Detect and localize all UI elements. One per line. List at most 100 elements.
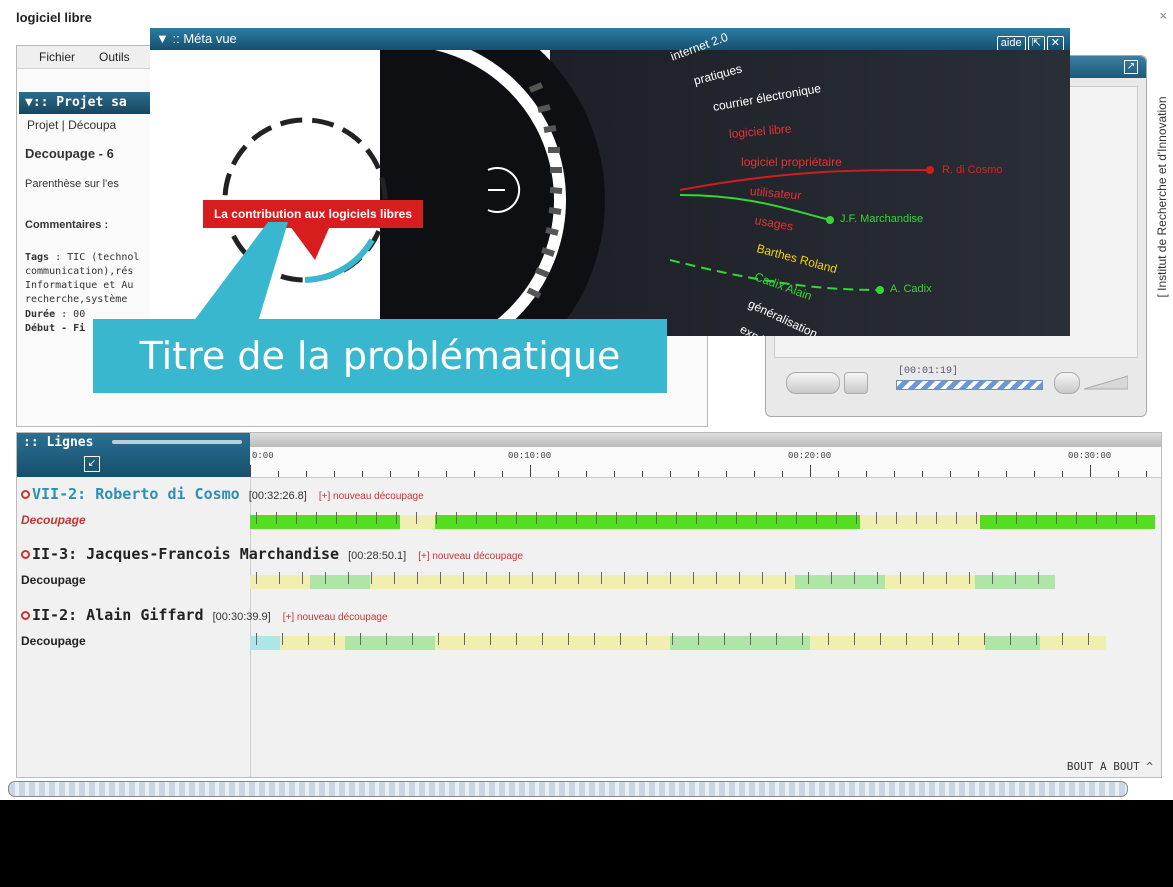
volume-icon[interactable] bbox=[1054, 372, 1080, 394]
segment-marker[interactable] bbox=[440, 572, 441, 584]
new-decoupage-link[interactable]: [+] nouveau découpage bbox=[418, 551, 523, 562]
expand-icon[interactable]: ⇱ bbox=[1027, 36, 1045, 51]
segment-marker[interactable] bbox=[308, 633, 309, 645]
bout-a-bout-button[interactable]: BOUT A BOUT ^ bbox=[1067, 760, 1153, 773]
segment-marker[interactable] bbox=[256, 572, 257, 584]
segment-marker[interactable] bbox=[836, 512, 837, 524]
new-decoupage-link[interactable]: [+] nouveau découpage bbox=[283, 612, 388, 623]
segment-marker[interactable] bbox=[416, 512, 417, 524]
segment-marker[interactable] bbox=[776, 512, 777, 524]
segment-marker[interactable] bbox=[756, 512, 757, 524]
segment-marker[interactable] bbox=[1136, 512, 1137, 524]
person-label-di-cosmo[interactable]: R. di Cosmo bbox=[942, 164, 1003, 176]
segment-marker[interactable] bbox=[316, 512, 317, 524]
segment-marker[interactable] bbox=[992, 572, 993, 584]
segment-marker[interactable] bbox=[647, 572, 648, 584]
segment-marker[interactable] bbox=[676, 512, 677, 524]
segment-marker[interactable] bbox=[716, 512, 717, 524]
segment-marker[interactable] bbox=[463, 572, 464, 584]
segment-marker[interactable] bbox=[464, 633, 465, 645]
segment-marker[interactable] bbox=[856, 512, 857, 524]
segment-marker[interactable] bbox=[956, 512, 957, 524]
segment-marker[interactable] bbox=[601, 572, 602, 584]
segment-marker[interactable] bbox=[1016, 512, 1017, 524]
segment-marker[interactable] bbox=[438, 633, 439, 645]
stop-button[interactable] bbox=[844, 372, 868, 394]
segment-marker[interactable] bbox=[854, 572, 855, 584]
segment-marker[interactable] bbox=[816, 512, 817, 524]
segment-marker[interactable] bbox=[279, 572, 280, 584]
segment-marker[interactable] bbox=[828, 633, 829, 645]
decoupage-label[interactable]: Decoupage bbox=[21, 634, 86, 648]
track-title[interactable]: II-3: Jacques-Francois Marchandise [00:2… bbox=[21, 545, 523, 563]
segment-marker[interactable] bbox=[396, 512, 397, 524]
segment-marker[interactable] bbox=[1010, 633, 1011, 645]
segment-marker[interactable] bbox=[436, 512, 437, 524]
segment-marker[interactable] bbox=[1088, 633, 1089, 645]
segment-marker[interactable] bbox=[394, 572, 395, 584]
segment-marker[interactable] bbox=[808, 572, 809, 584]
track-bar[interactable] bbox=[250, 512, 1155, 529]
segment-marker[interactable] bbox=[716, 572, 717, 584]
segment-marker[interactable] bbox=[1036, 633, 1037, 645]
segment-marker[interactable] bbox=[996, 512, 997, 524]
ruler-scrollbar[interactable] bbox=[250, 433, 1161, 447]
segment-marker[interactable] bbox=[542, 633, 543, 645]
segment-marker[interactable] bbox=[334, 633, 335, 645]
popout-icon[interactable]: ↗ bbox=[1124, 60, 1138, 74]
segment-marker[interactable] bbox=[578, 572, 579, 584]
segment-marker[interactable] bbox=[877, 572, 878, 584]
segment-marker[interactable] bbox=[256, 633, 257, 645]
segment-marker[interactable] bbox=[516, 633, 517, 645]
segment-marker[interactable] bbox=[1036, 512, 1037, 524]
segment-marker[interactable] bbox=[936, 512, 937, 524]
segment-marker[interactable] bbox=[762, 572, 763, 584]
volume-slider[interactable] bbox=[1084, 374, 1128, 390]
segment-marker[interactable] bbox=[594, 633, 595, 645]
segment-marker[interactable] bbox=[923, 572, 924, 584]
segment-marker[interactable] bbox=[456, 512, 457, 524]
segment-marker[interactable] bbox=[946, 572, 947, 584]
segment-marker[interactable] bbox=[302, 572, 303, 584]
segment-marker[interactable] bbox=[536, 512, 537, 524]
new-decoupage-link[interactable]: [+] nouveau découpage bbox=[319, 491, 424, 502]
segment-marker[interactable] bbox=[958, 633, 959, 645]
segment-marker[interactable] bbox=[932, 633, 933, 645]
segment-marker[interactable] bbox=[476, 512, 477, 524]
decoupage-label[interactable]: Decoupage bbox=[21, 513, 86, 527]
segment-marker[interactable] bbox=[386, 633, 387, 645]
segment-marker[interactable] bbox=[486, 572, 487, 584]
decoupage-label[interactable]: Decoupage bbox=[21, 573, 86, 587]
segment-marker[interactable] bbox=[693, 572, 694, 584]
segment-marker[interactable] bbox=[880, 633, 881, 645]
menu-outils[interactable]: Outils bbox=[99, 50, 130, 64]
segment-marker[interactable] bbox=[1056, 512, 1057, 524]
segment-marker[interactable] bbox=[620, 633, 621, 645]
segment-marker[interactable] bbox=[371, 572, 372, 584]
segment-marker[interactable] bbox=[1015, 572, 1016, 584]
segment-marker[interactable] bbox=[739, 572, 740, 584]
segment-marker[interactable] bbox=[276, 512, 277, 524]
segment-marker[interactable] bbox=[576, 512, 577, 524]
segment-marker[interactable] bbox=[876, 512, 877, 524]
segment-marker[interactable] bbox=[1062, 633, 1063, 645]
segment-marker[interactable] bbox=[624, 572, 625, 584]
segment-marker[interactable] bbox=[616, 512, 617, 524]
timeline-ruler[interactable]: 0:00 00:10:00 00:20:00 00:30:00 bbox=[250, 433, 1161, 478]
segment-marker[interactable] bbox=[555, 572, 556, 584]
segment-marker[interactable] bbox=[696, 512, 697, 524]
segment-marker[interactable] bbox=[646, 633, 647, 645]
segment-marker[interactable] bbox=[916, 512, 917, 524]
segment-marker[interactable] bbox=[698, 633, 699, 645]
segment-marker[interactable] bbox=[417, 572, 418, 584]
play-button[interactable] bbox=[786, 372, 840, 394]
segment-marker[interactable] bbox=[325, 572, 326, 584]
segment-marker[interactable] bbox=[516, 512, 517, 524]
segment-marker[interactable] bbox=[256, 512, 257, 524]
segment-marker[interactable] bbox=[356, 512, 357, 524]
help-button[interactable]: aide bbox=[996, 36, 1026, 51]
segment-marker[interactable] bbox=[984, 633, 985, 645]
track-bar[interactable] bbox=[250, 572, 1055, 589]
segment-marker[interactable] bbox=[896, 512, 897, 524]
segment-marker[interactable] bbox=[412, 633, 413, 645]
